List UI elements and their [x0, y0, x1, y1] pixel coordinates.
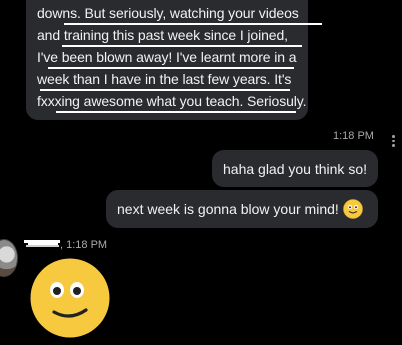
sent-timestamp: 1:18 PM	[333, 130, 374, 142]
reply-timestamp: , 1:18 PM	[60, 239, 108, 251]
underline-mark	[48, 67, 294, 69]
received-message-line-5: fxxxing awesome what you teach. Seriosul…	[37, 93, 307, 109]
avatar[interactable]	[0, 239, 18, 277]
underline-mark	[64, 23, 322, 25]
sent-message-bubble[interactable]: next week is gonna blow your mind!	[106, 190, 378, 228]
sender-name-redacted	[24, 237, 60, 249]
received-message-line-1: downs. But seriously, watching your vide…	[37, 5, 299, 21]
received-message-line-4: week than I have in the last few years. …	[37, 71, 292, 87]
received-message-bubble[interactable]: downs. But seriously, watching your vide…	[26, 0, 322, 120]
underline-mark	[62, 45, 302, 47]
sent-message-text: haha glad you think so!	[223, 161, 367, 177]
slightly-smiling-face-icon	[30, 258, 110, 338]
underline-mark	[56, 111, 296, 113]
sent-message-bubble[interactable]: haha glad you think so!	[212, 150, 378, 187]
slightly-smiling-face-icon	[343, 199, 363, 219]
underline-mark	[40, 89, 290, 91]
received-message-line-2: and training this past week since I join…	[37, 27, 288, 43]
sent-message-text: next week is gonna blow your mind!	[117, 201, 339, 217]
received-message-line-3: I've been blown away! I've learnt more i…	[37, 49, 297, 65]
more-options-icon[interactable]	[392, 135, 396, 149]
